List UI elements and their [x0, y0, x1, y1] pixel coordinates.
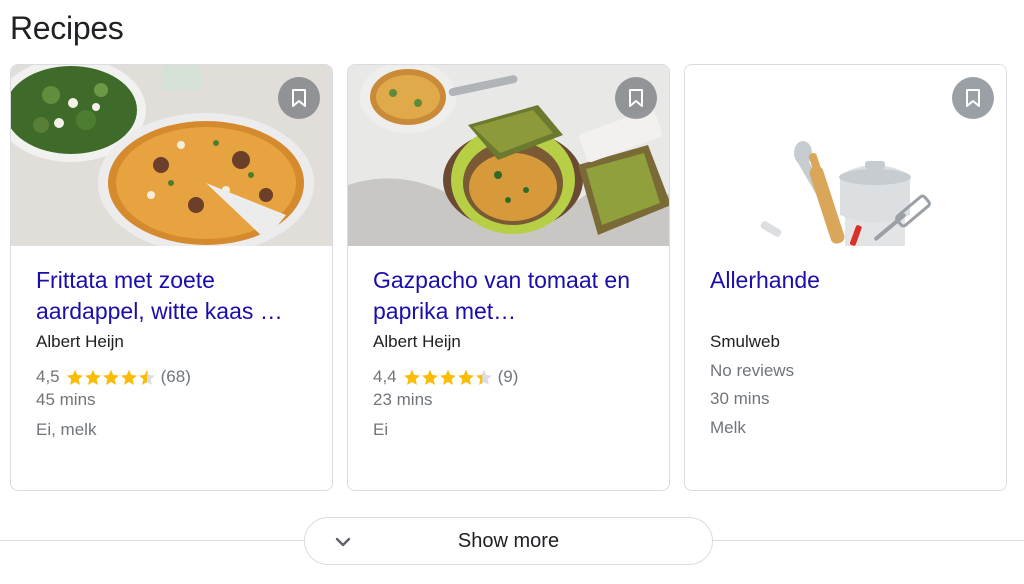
recipe-ingredients: Ei, melk — [36, 420, 97, 439]
star-rating — [66, 369, 156, 386]
recipe-rating: 4,4 (9) — [373, 366, 518, 388]
bookmark-icon — [966, 89, 980, 107]
divider — [0, 540, 304, 541]
recipe-source: Albert Heijn — [36, 332, 124, 351]
recipe-card[interactable]: Gazpacho van tomaat en paprika met… Albe… — [347, 64, 670, 491]
bookmark-icon — [629, 89, 643, 107]
star-icon — [84, 369, 101, 385]
recipe-time: 23 mins — [373, 390, 433, 409]
bookmark-icon — [292, 89, 306, 107]
star-rating — [403, 369, 493, 386]
star-icon — [439, 369, 456, 385]
star-icon — [66, 369, 83, 385]
recipe-ingredients: Melk — [710, 418, 746, 437]
show-more-button[interactable]: Show more — [304, 517, 713, 565]
star-icon — [421, 369, 438, 385]
recipe-source: Smulweb — [710, 332, 780, 351]
star-icon — [102, 369, 119, 385]
save-recipe-button[interactable] — [278, 77, 320, 119]
recipe-title[interactable]: Frittata met zoete aardappel, witte kaas… — [36, 265, 316, 327]
rating-value: 4,4 — [373, 367, 397, 386]
star-icon — [120, 369, 137, 385]
recipe-card[interactable]: Allerhande Smulweb No reviews 30 mins Me… — [684, 64, 1007, 491]
star-icon — [138, 369, 155, 385]
review-count: (9) — [497, 367, 519, 386]
divider — [712, 540, 1024, 541]
recipe-ingredients: Ei — [373, 420, 389, 439]
rating-value: 4,5 — [36, 367, 60, 386]
star-icon — [475, 369, 492, 385]
star-icon — [457, 369, 474, 385]
review-count: (68) — [160, 367, 191, 386]
star-icon — [403, 369, 420, 385]
save-recipe-button[interactable] — [615, 77, 657, 119]
recipe-reviews: No reviews — [710, 361, 795, 380]
recipe-rating: 4,5 (68) — [36, 366, 191, 388]
recipe-time: 45 mins — [36, 390, 96, 409]
recipe-card[interactable]: Frittata met zoete aardappel, witte kaas… — [10, 64, 333, 491]
show-more-label: Show more — [457, 530, 560, 552]
recipe-source: Albert Heijn — [373, 332, 461, 351]
recipe-title[interactable]: Allerhande — [710, 265, 990, 296]
section-title: Recipes — [10, 10, 124, 46]
recipe-title[interactable]: Gazpacho van tomaat en paprika met… — [373, 265, 653, 327]
recipe-time: 30 mins — [710, 389, 770, 408]
save-recipe-button[interactable] — [952, 77, 994, 119]
